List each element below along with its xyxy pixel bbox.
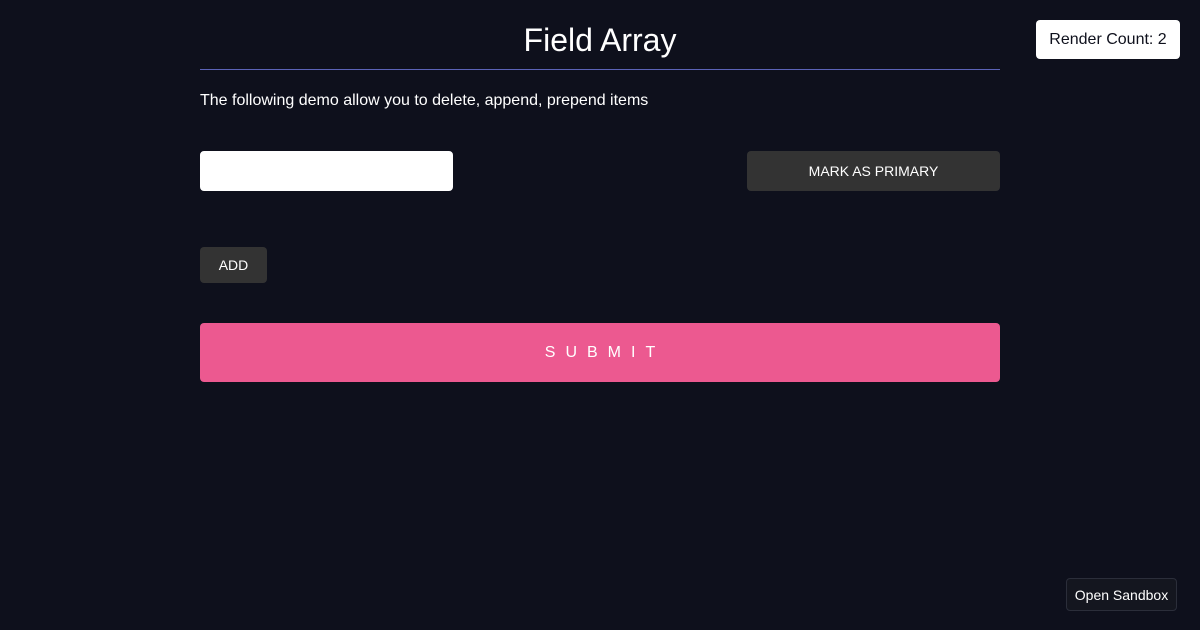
render-count-badge: Render Count: 2 [1036,20,1180,59]
submit-button[interactable]: SUBMIT [200,323,1000,382]
add-button[interactable]: ADD [200,247,267,283]
field-array-input[interactable] [200,151,453,191]
open-sandbox-button[interactable]: Open Sandbox [1066,578,1177,611]
mark-as-primary-button[interactable]: MARK AS PRIMARY [747,151,1000,191]
demo-description: The following demo allow you to delete, … [200,92,649,109]
page-title: Field Array [200,0,1000,70]
